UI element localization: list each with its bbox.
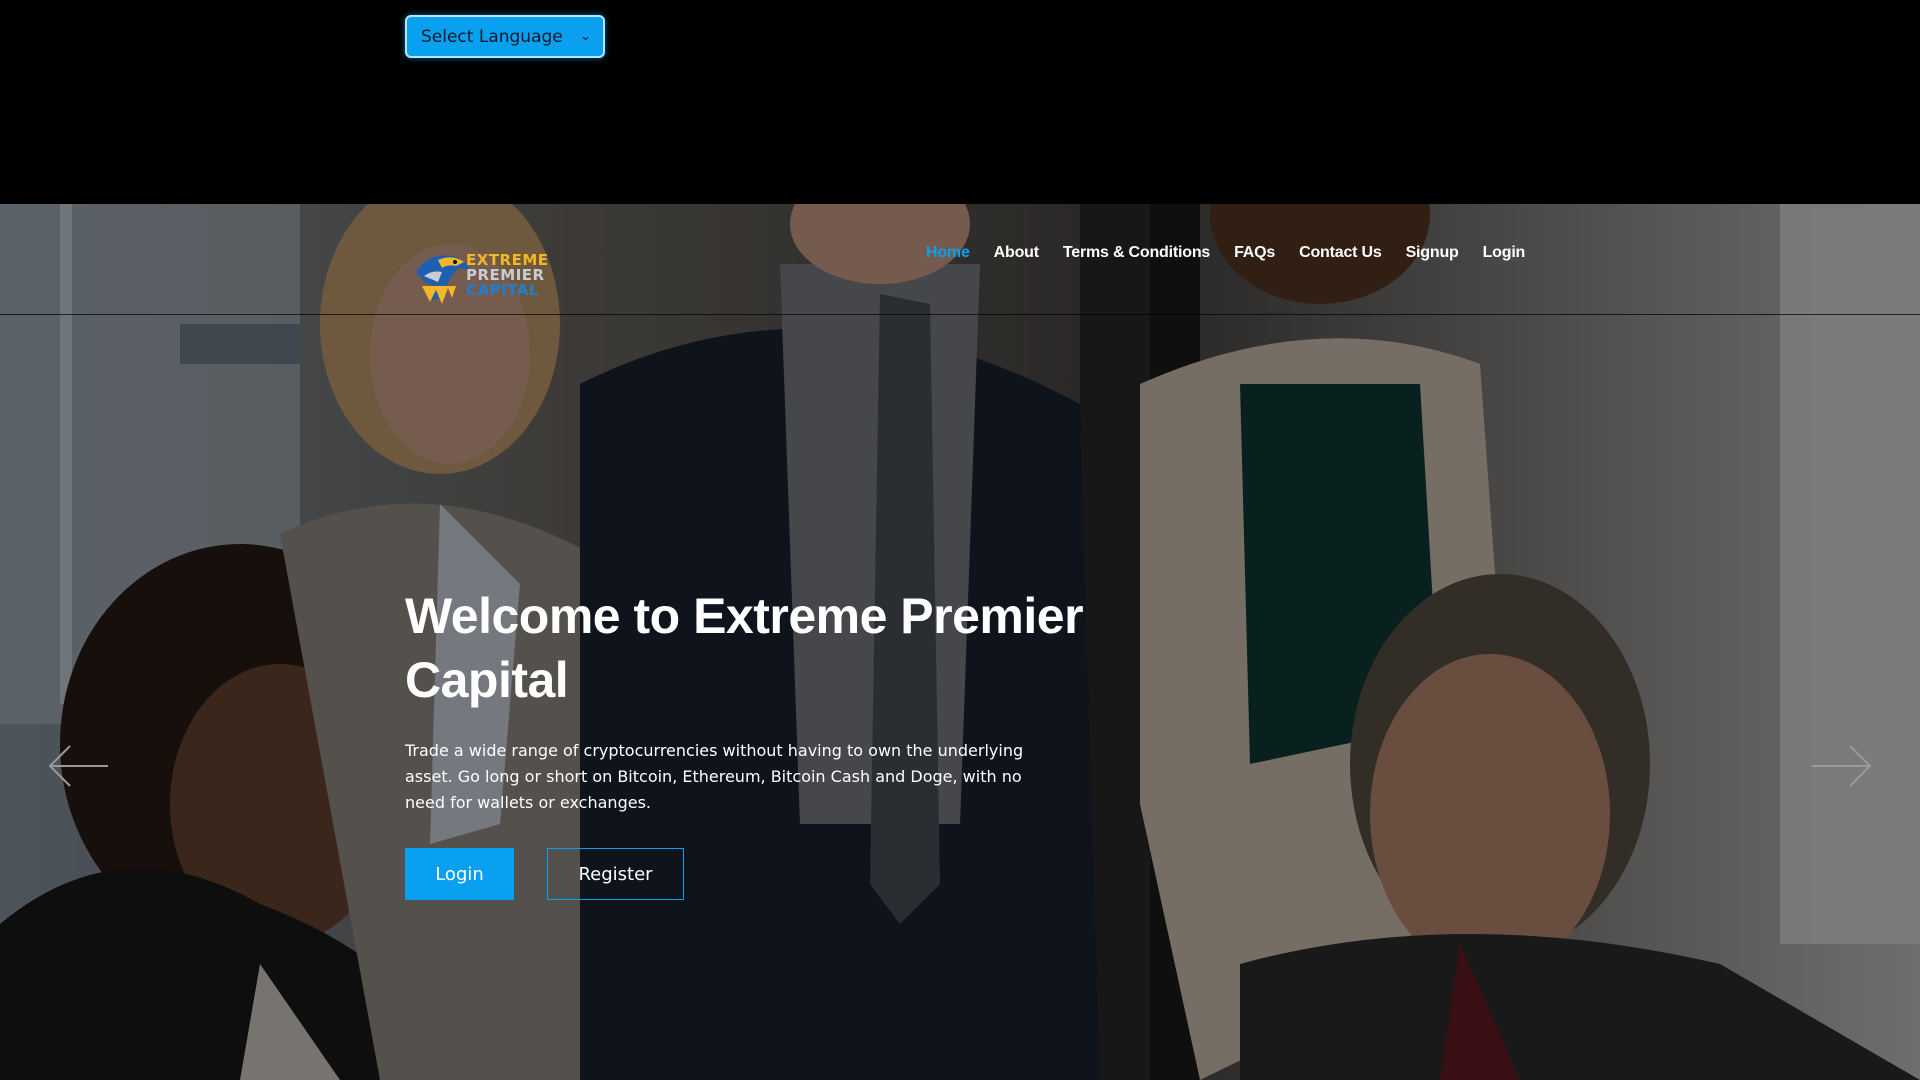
language-select[interactable]: Select Language ⌄ bbox=[405, 15, 605, 58]
arrow-right-icon[interactable] bbox=[1810, 744, 1872, 788]
hero-section: EXTREME PREMIER CAPITAL Home About Terms… bbox=[0, 204, 1920, 1080]
top-bar: Select Language ⌄ bbox=[0, 0, 1920, 204]
nav-item-faqs[interactable]: FAQs bbox=[1234, 244, 1275, 262]
nav-item-login[interactable]: Login bbox=[1483, 244, 1526, 262]
nav-item-signup[interactable]: Signup bbox=[1406, 244, 1459, 262]
eagle-icon bbox=[416, 255, 470, 304]
hero-login-button[interactable]: Login bbox=[405, 848, 514, 900]
main-nav: Home About Terms & Conditions FAQs Conta… bbox=[926, 244, 1525, 262]
site-logo[interactable]: EXTREME PREMIER CAPITAL bbox=[408, 242, 564, 308]
hero-register-button[interactable]: Register bbox=[547, 848, 684, 900]
nav-item-terms[interactable]: Terms & Conditions bbox=[1063, 244, 1210, 262]
arrow-left-icon[interactable] bbox=[48, 744, 110, 788]
hero-subtitle: Trade a wide range of cryptocurrencies w… bbox=[405, 741, 1024, 812]
nav-item-home[interactable]: Home bbox=[926, 244, 970, 262]
hero-content: Welcome to Extreme Premier Capital Trade… bbox=[405, 584, 1105, 900]
logo-wordmark: EXTREME PREMIER CAPITAL bbox=[466, 252, 549, 299]
chevron-down-icon: ⌄ bbox=[580, 29, 591, 44]
language-select-value: Select Language bbox=[421, 26, 563, 47]
nav-item-about[interactable]: About bbox=[994, 244, 1039, 262]
nav-item-contact[interactable]: Contact Us bbox=[1299, 244, 1382, 262]
site-header: EXTREME PREMIER CAPITAL Home About Terms… bbox=[0, 204, 1920, 315]
hero-buttons: Login Register bbox=[405, 848, 1105, 900]
logo-line-3: CAPITAL bbox=[466, 280, 539, 299]
hero-title: Welcome to Extreme Premier Capital bbox=[405, 588, 1084, 708]
